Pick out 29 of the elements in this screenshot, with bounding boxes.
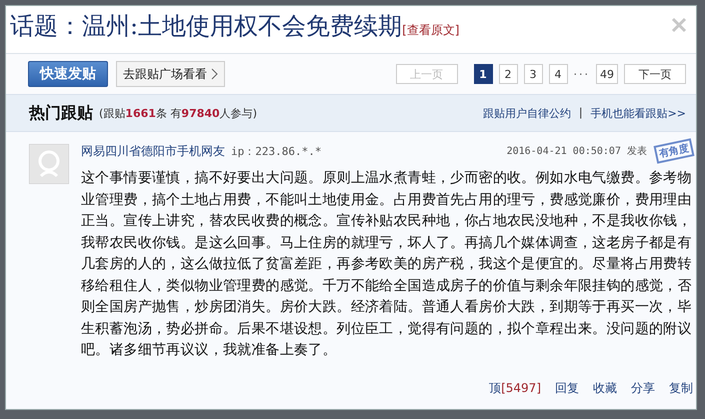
section-title: 热门跟贴	[29, 102, 93, 124]
action-link[interactable]: 回复	[555, 380, 579, 397]
page-button[interactable]: 3	[524, 64, 542, 84]
action-link[interactable]: 顶[5497]	[489, 380, 541, 397]
view-original-link[interactable]: [查看原文]	[402, 22, 460, 39]
post-time: 2016-04-21 00:50:07 发表	[506, 144, 647, 158]
rules-link[interactable]: 跟贴用户自律公约	[482, 106, 571, 120]
action-link[interactable]: 收藏	[593, 380, 617, 397]
page-button[interactable]: 1	[474, 64, 492, 84]
action-link[interactable]: 复制	[669, 380, 693, 397]
mobile-link[interactable]: 手机也能看跟贴>>	[590, 106, 686, 120]
author-link[interactable]: 网易四川省德阳市手机网友	[81, 142, 225, 160]
plaza-button[interactable]: 去跟贴广场看看	[116, 61, 225, 87]
avatar-icon	[29, 144, 69, 184]
topic-title: 话题：温州:土地使用权不会免费续期	[10, 11, 402, 42]
quick-post-button[interactable]: 快速发贴	[28, 61, 108, 87]
chevron-icon	[211, 68, 218, 80]
post-stats: (跟贴1661条 有97840人参与)	[99, 106, 257, 120]
ip-address: ip：223.86.*.*	[231, 144, 322, 158]
close-icon[interactable]	[670, 16, 688, 34]
page-button[interactable]: 2	[498, 64, 518, 84]
page-button[interactable]: 4	[548, 64, 568, 84]
page-ellipsis: ···	[574, 68, 590, 80]
post-body: 这个事情要谨慎，搞不好要出大问题。原则上温水煮青蛙，少而密的收。例如水电气缴费。参考物业管理费，搞个土地占用费，不能叫土地使用金。占用费首先占用的理亏，费感觉廉价，费用理由正当。宣传上讲究，替农民收费的概念。宣传补贴农民种地，你占地农民没地种，不是我收你钱，我帮农民收你钱。是这么回事。马上住房的就理亏，坏人了。再搞几个媒体调查，这老房子都是有几套房的人的，这么做拉低了贫富差距，再参考欧美的房产税，我这个是便宜的。尽量将占用费转移给租住人，类似物业管理费的感觉。千万不能给全国造成房子的价值与剩余年限挂钩的感觉，否则全国房产抛售，炒房团消失。房价大跌。经济着陆。普通人看房价大跌，到期等于再买一次，毕生积蓄泡汤，势必拼命。后果不堪设想。列位臣工，觉得有问题的，拟个章程出来。没问题的附议吧。诸多细节再议议，我就准备上奏了。	[81, 169, 693, 360]
action-link[interactable]: 分享	[631, 380, 655, 397]
next-page-button[interactable]: 下一页	[624, 64, 686, 84]
page-button[interactable]: 49	[596, 64, 618, 84]
stamp-badge: 有角度	[654, 138, 694, 164]
link-separator: |	[578, 106, 583, 120]
